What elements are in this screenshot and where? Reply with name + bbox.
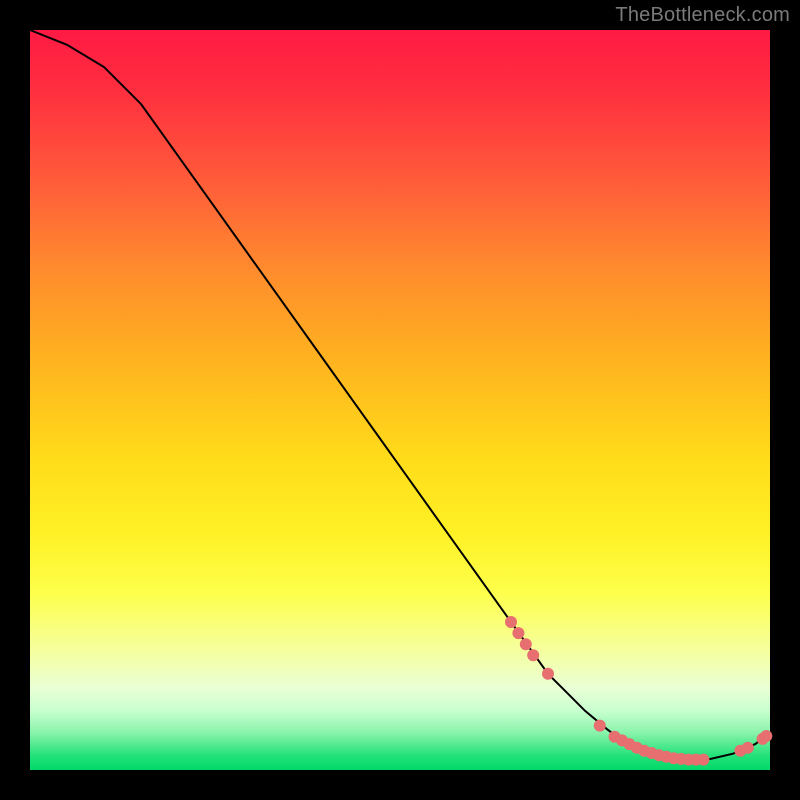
- data-marker: [697, 754, 709, 766]
- bottleneck-curve: [30, 30, 770, 760]
- chart-plot-area: [30, 30, 770, 770]
- data-marker: [594, 720, 606, 732]
- data-marker: [760, 730, 772, 742]
- data-markers: [505, 616, 772, 766]
- data-marker: [520, 638, 532, 650]
- data-marker: [512, 627, 524, 639]
- data-marker: [542, 668, 554, 680]
- data-marker: [527, 649, 539, 661]
- data-marker: [742, 742, 754, 754]
- watermark-text: TheBottleneck.com: [615, 4, 790, 27]
- chart-frame: TheBottleneck.com: [0, 0, 800, 800]
- data-marker: [505, 616, 517, 628]
- chart-svg: [30, 30, 770, 770]
